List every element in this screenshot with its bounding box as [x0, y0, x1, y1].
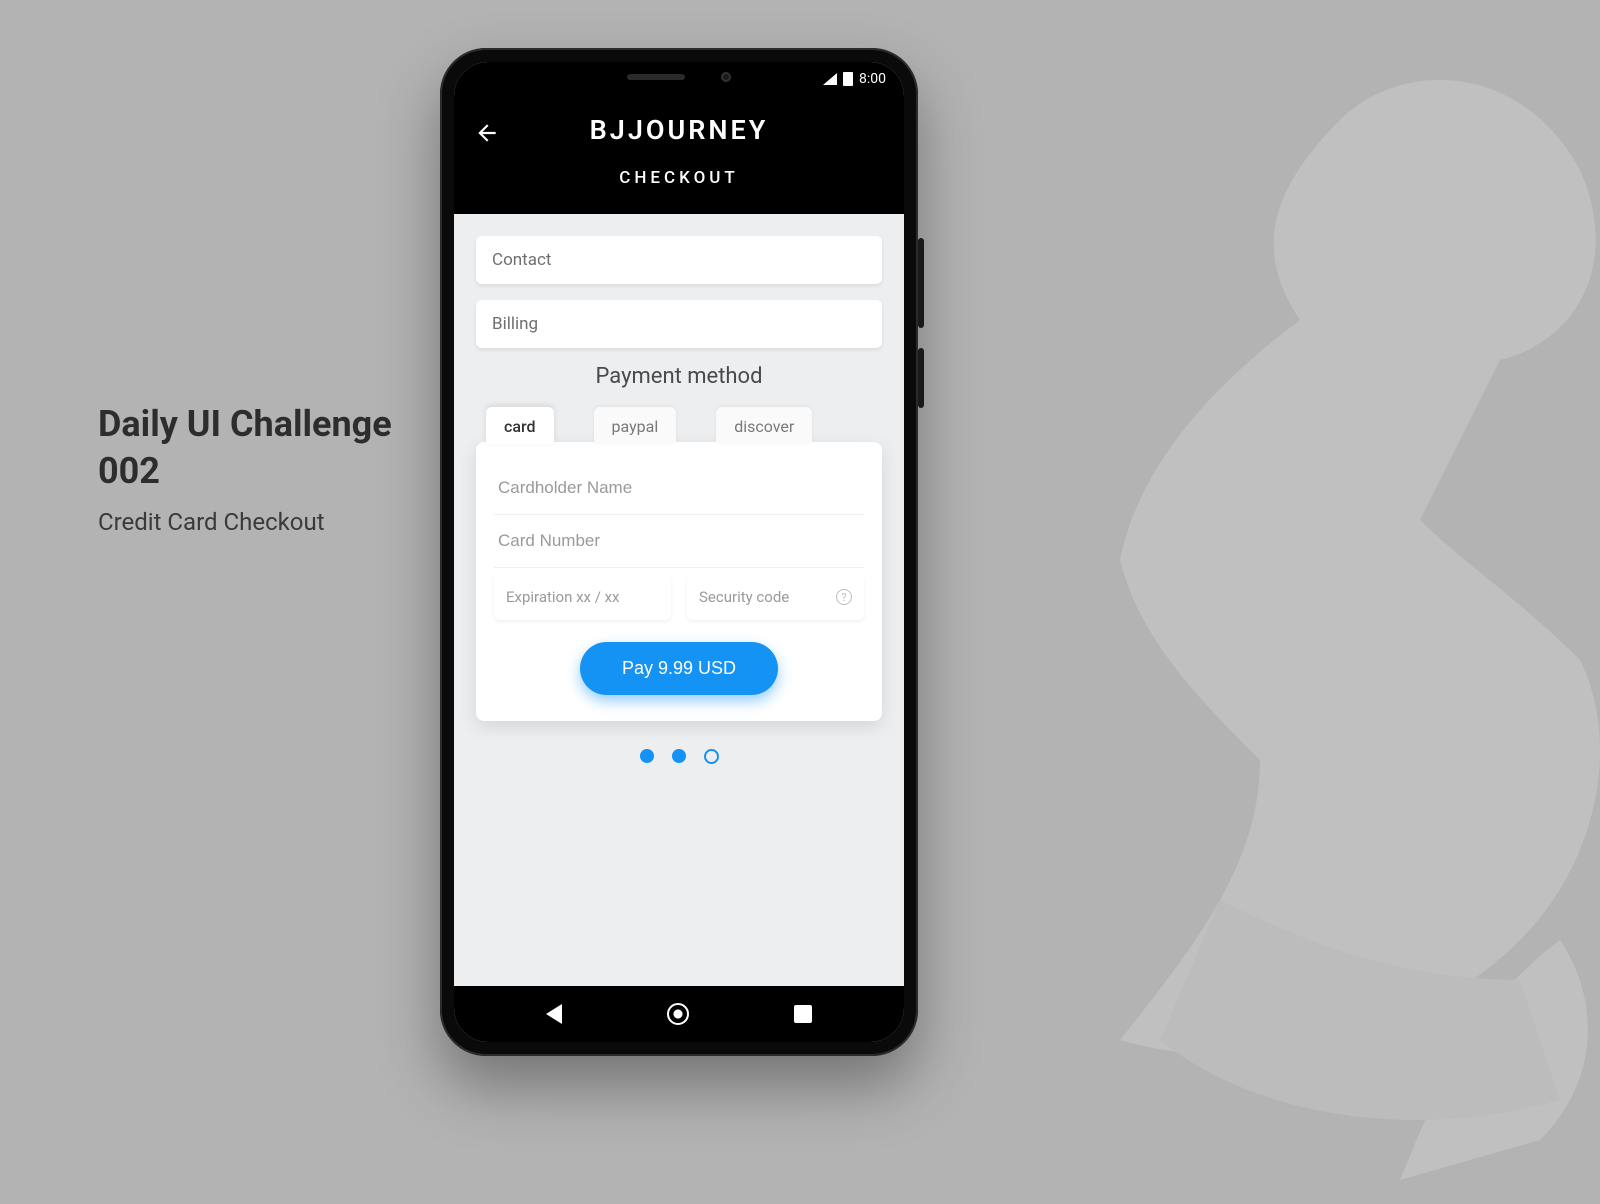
- tab-paypal[interactable]: paypal: [594, 407, 677, 444]
- app-brand: BJJOURNEY: [474, 114, 884, 146]
- tab-discover[interactable]: discover: [716, 407, 812, 444]
- notch: [579, 62, 779, 92]
- contact-placeholder: Contact: [492, 250, 551, 270]
- security-code-field[interactable]: Security code ?: [687, 574, 864, 620]
- signal-icon: [823, 73, 837, 85]
- battery-icon: [843, 72, 853, 86]
- security-code-label: Security code: [699, 588, 789, 606]
- payment-tabs: card paypal discover: [476, 407, 882, 444]
- dot-3-current[interactable]: [704, 749, 719, 764]
- pay-button[interactable]: Pay 9.99 USD: [580, 642, 778, 695]
- nav-recent-icon[interactable]: [794, 1005, 812, 1023]
- cardholder-name-input[interactable]: [494, 462, 864, 515]
- card-panel: Expiration xx / xx Security code ? Pay 9…: [476, 442, 882, 721]
- contact-field[interactable]: Contact: [476, 236, 882, 284]
- tab-discover-label: discover: [734, 417, 794, 436]
- status-time: 8:00: [859, 71, 886, 87]
- caption-title-line2: 002: [98, 449, 392, 494]
- expiration-field[interactable]: Expiration xx / xx: [494, 574, 671, 620]
- expiration-label: Expiration xx / xx: [506, 588, 620, 606]
- payment-method-title: Payment method: [476, 364, 882, 389]
- page-indicator: [476, 749, 882, 764]
- status-bar: 8:00: [454, 62, 904, 96]
- page-title: CHECKOUT: [474, 168, 884, 188]
- android-nav-bar: [454, 986, 904, 1042]
- speaker-grill: [627, 74, 685, 80]
- tab-card-label: card: [504, 417, 536, 436]
- front-camera: [721, 72, 731, 82]
- caption-block: Daily UI Challenge 002 Credit Card Check…: [98, 402, 392, 536]
- pay-button-label: Pay 9.99 USD: [622, 658, 736, 678]
- caption-subtitle: Credit Card Checkout: [98, 508, 392, 536]
- billing-field[interactable]: Billing: [476, 300, 882, 348]
- caption-title-line1: Daily UI Challenge: [98, 402, 392, 447]
- app-header: BJJOURNEY CHECKOUT: [454, 96, 904, 214]
- card-number-input[interactable]: [494, 515, 864, 568]
- back-button[interactable]: [472, 118, 502, 148]
- billing-placeholder: Billing: [492, 314, 538, 334]
- help-icon[interactable]: ?: [836, 589, 852, 605]
- nav-back-icon[interactable]: [546, 1004, 562, 1024]
- tab-paypal-label: paypal: [612, 417, 659, 436]
- nav-home-icon[interactable]: [667, 1003, 689, 1025]
- dot-2[interactable]: [672, 749, 686, 763]
- arrow-left-icon: [474, 120, 500, 146]
- dot-1[interactable]: [640, 749, 654, 763]
- device-frame: 8:00 BJJOURNEY CHECKOUT Contact Billing …: [440, 48, 918, 1056]
- screen: 8:00 BJJOURNEY CHECKOUT Contact Billing …: [454, 62, 904, 1042]
- checkout-form: Contact Billing Payment method card payp…: [454, 214, 904, 986]
- tab-card[interactable]: card: [486, 407, 554, 444]
